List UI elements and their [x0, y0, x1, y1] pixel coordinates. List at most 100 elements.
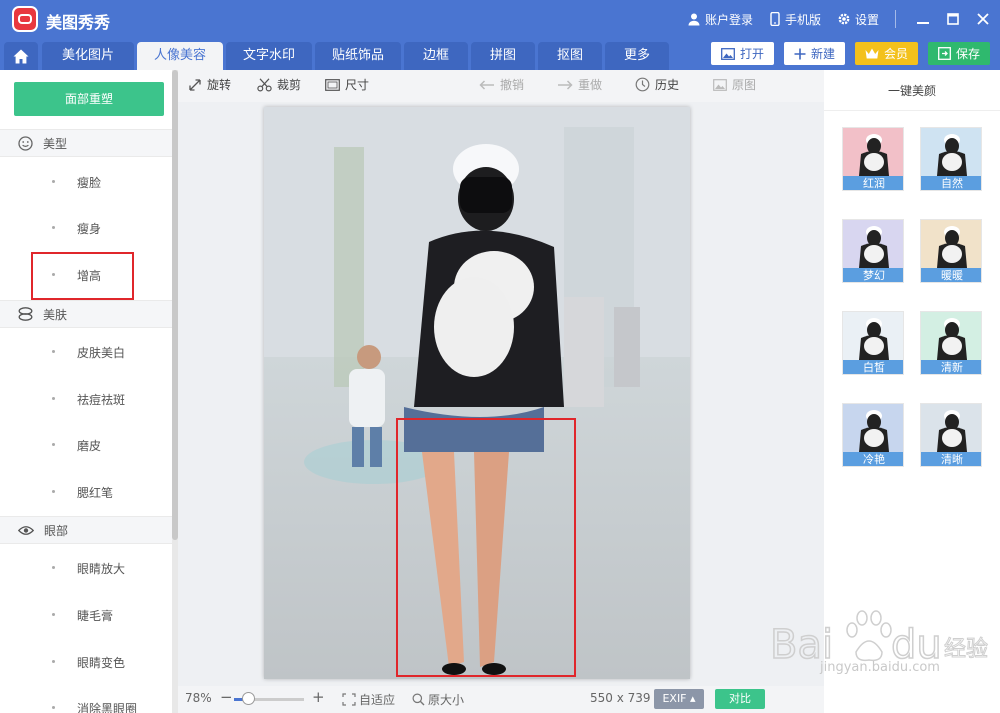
tab-more[interactable]: 更多: [605, 42, 669, 70]
tab-collage[interactable]: 拼图: [471, 42, 535, 70]
crop-label: 裁剪: [277, 78, 302, 92]
face-reshape-button[interactable]: 面部重塑: [14, 82, 164, 116]
preset-label: 清晰: [921, 452, 981, 466]
close-button[interactable]: [970, 0, 996, 38]
menu-item-mascara[interactable]: 睫毛膏: [0, 603, 172, 627]
mobile-version-link[interactable]: 手机版: [769, 11, 821, 28]
actual-size-label: 原大小: [428, 693, 465, 707]
menu-item-enlarge-eyes[interactable]: 眼睛放大: [0, 556, 172, 580]
account-login-link[interactable]: 账户登录: [687, 11, 753, 28]
exif-button[interactable]: EXIF ▴: [654, 689, 704, 709]
tab-portrait[interactable]: 人像美容: [137, 42, 223, 70]
skin-icon: [18, 307, 33, 321]
account-login-label: 账户登录: [704, 12, 753, 27]
highlight-box-legs: [396, 418, 576, 677]
crown-icon: [865, 48, 879, 59]
settings-link[interactable]: 设置: [837, 11, 879, 28]
menu-item-label: 眼睛放大: [77, 562, 126, 576]
highlight-box-heighten: [31, 252, 134, 300]
tab-text-watermark[interactable]: 文字水印: [226, 42, 312, 70]
maximize-button[interactable]: [940, 0, 966, 38]
menu-item-whitening[interactable]: 皮肤美白: [0, 340, 172, 364]
fit-to-window-button[interactable]: 自适应: [342, 691, 395, 708]
menu-item-label: 皮肤美白: [77, 346, 126, 360]
preset-thumbnail: [921, 128, 981, 176]
new-label: 新建: [810, 47, 835, 61]
preset-thumbnail: [843, 404, 903, 452]
redo-tool[interactable]: 重做: [557, 76, 602, 93]
section-header-shape[interactable]: 美型: [0, 129, 172, 157]
preset-8[interactable]: 清晰: [920, 403, 982, 467]
preset-6[interactable]: 清新: [920, 311, 982, 375]
smiley-face-icon: [18, 135, 33, 151]
vip-button[interactable]: 会员: [854, 42, 918, 65]
rotate-tool[interactable]: 旋转: [188, 76, 231, 93]
menu-item-acne-removal[interactable]: 祛痘祛斑: [0, 387, 172, 411]
menu-item-dark-circles[interactable]: 消除黑眼圈: [0, 696, 172, 713]
tab-frame[interactable]: 边框: [404, 42, 468, 70]
original-tool[interactable]: 原图: [713, 76, 756, 93]
section-header-skin[interactable]: 美肤: [0, 300, 172, 328]
history-label: 历史: [655, 78, 680, 92]
resize-tool[interactable]: 尺寸: [325, 76, 369, 93]
left-tool-panel: 面部重塑 美型 瘦脸 瘦身 增高 美肤 皮肤美白 祛痘祛斑 磨皮 腮红笔 眼部 …: [0, 70, 172, 713]
tab-cutout[interactable]: 抠图: [538, 42, 602, 70]
preset-2[interactable]: 自然: [920, 127, 982, 191]
minimize-button[interactable]: [910, 0, 936, 38]
section-title-skin: 美肤: [43, 307, 68, 322]
status-bar: 78% − + 自适应 原大小 550 x 739 EXIF ▴ 对比: [178, 686, 824, 713]
preset-thumbnail: [921, 220, 981, 268]
zoom-in-button[interactable]: +: [312, 688, 325, 706]
menu-item-label: 眼睛变色: [77, 656, 126, 670]
settings-label: 设置: [854, 12, 879, 27]
actual-size-button[interactable]: 原大小: [412, 691, 464, 708]
preset-3[interactable]: 梦幻: [842, 219, 904, 283]
preset-label: 清新: [921, 360, 981, 374]
preset-thumbnail: [843, 128, 903, 176]
main-tab-bar: 美化图片 人像美容 文字水印 贴纸饰品 边框 拼图 抠图 更多 打开 新建 会员…: [0, 38, 1000, 70]
gear-icon: [838, 13, 850, 25]
close-icon: [977, 13, 989, 25]
zoom-slider-handle[interactable]: [242, 692, 255, 705]
arrow-left-icon: [479, 79, 494, 90]
zoom-out-button[interactable]: −: [220, 688, 233, 706]
menu-item-label: 腮红笔: [77, 486, 114, 500]
compare-label: 对比: [729, 692, 751, 705]
home-button[interactable]: [4, 42, 38, 70]
menu-item-smooth-skin[interactable]: 磨皮: [0, 433, 172, 457]
section-title-shape: 美型: [43, 136, 68, 151]
plus-icon: [794, 48, 806, 59]
resize-label: 尺寸: [345, 78, 370, 92]
new-button[interactable]: 新建: [783, 42, 845, 65]
save-button[interactable]: 保存: [927, 42, 990, 65]
preset-label: 冷艳: [843, 452, 903, 466]
compare-button[interactable]: 对比: [715, 689, 765, 709]
vip-label: 会员: [883, 47, 908, 61]
preset-1[interactable]: 红润: [842, 127, 904, 191]
section-header-eyes[interactable]: 眼部: [0, 516, 172, 544]
menu-item-label: 消除黑眼圈: [77, 702, 138, 713]
preset-7[interactable]: 冷艳: [842, 403, 904, 467]
menu-item-label: 瘦身: [77, 222, 102, 236]
panel-divider: [824, 110, 1000, 111]
preset-4[interactable]: 暖暖: [920, 219, 982, 283]
menu-item-eye-color[interactable]: 眼睛变色: [0, 650, 172, 674]
preset-5[interactable]: 白皙: [842, 311, 904, 375]
menu-item-slim-body[interactable]: 瘦身: [0, 216, 172, 240]
open-button[interactable]: 打开: [710, 42, 774, 65]
user-icon: [688, 13, 700, 26]
tab-beautify[interactable]: 美化图片: [42, 42, 134, 70]
menu-item-slim-face[interactable]: 瘦脸: [0, 170, 172, 194]
right-preset-panel: 一键美颜 红润 自然 梦幻 暖暖 白皙 清新 冷艳 清晰: [824, 70, 1000, 713]
crop-tool[interactable]: 裁剪: [257, 76, 301, 93]
menu-item-blush-brush[interactable]: 腮红笔: [0, 480, 172, 504]
mobile-version-label: 手机版: [784, 12, 821, 27]
preset-thumbnail: [843, 220, 903, 268]
magnifier-icon: [412, 693, 425, 706]
menu-item-label: 睫毛膏: [77, 609, 114, 623]
scissors-icon: [257, 77, 272, 92]
undo-tool[interactable]: 撤销: [479, 76, 524, 93]
frame-icon: [325, 78, 340, 91]
history-tool[interactable]: 历史: [635, 76, 679, 93]
tab-stickers[interactable]: 贴纸饰品: [315, 42, 401, 70]
